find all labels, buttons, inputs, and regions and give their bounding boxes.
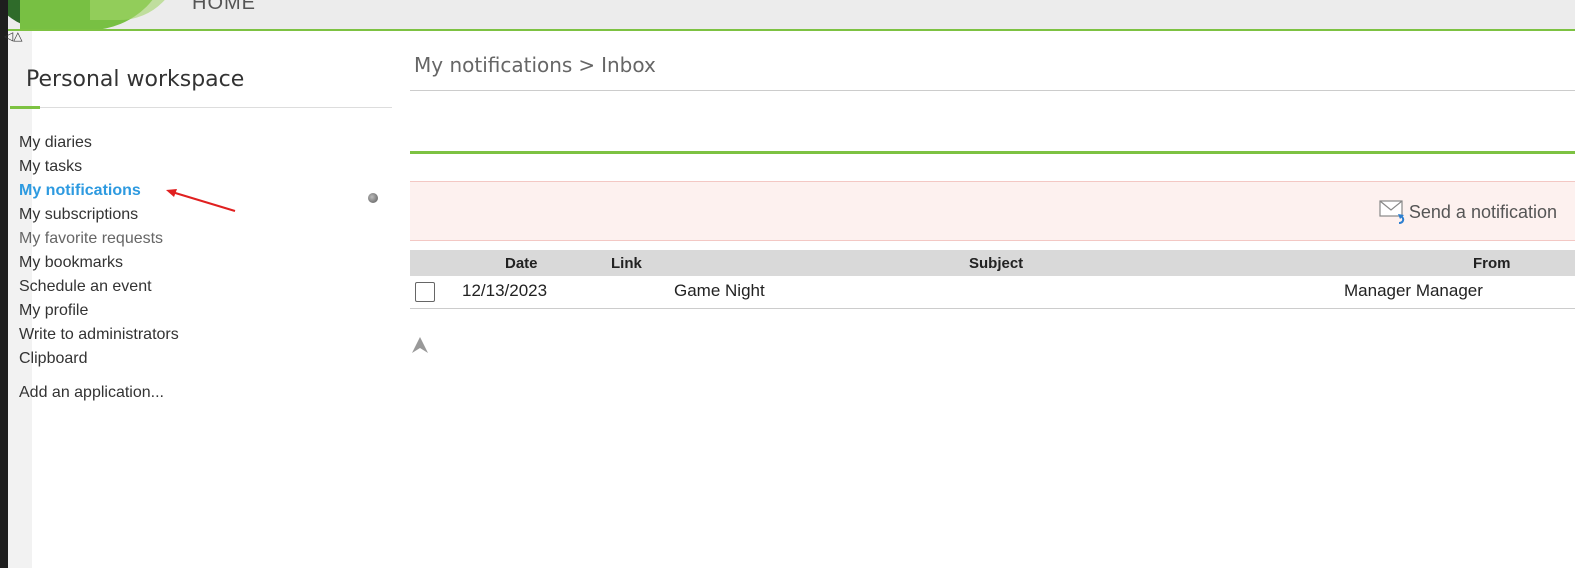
home-link[interactable]: HOME (192, 0, 256, 15)
column-header-link[interactable]: Link (611, 255, 642, 272)
column-header-subject[interactable]: Subject (969, 255, 1023, 272)
breadcrumb-parent[interactable]: My notifications (414, 53, 572, 77)
row-subject[interactable]: Game Night (674, 281, 765, 301)
send-notification-button[interactable]: Send a notification (1379, 199, 1557, 225)
row-from: Manager Manager (1344, 281, 1483, 300)
breadcrumb: My notifications > Inbox (414, 53, 656, 77)
sidebar-item-my-tasks[interactable]: My tasks (19, 155, 179, 179)
sidebar-item-clipboard[interactable]: Clipboard (19, 347, 179, 371)
sidebar-menu: My diaries My tasks My notifications My … (19, 131, 179, 371)
sidebar-item-my-diaries[interactable]: My diaries (19, 131, 179, 155)
breadcrumb-divider (410, 90, 1575, 91)
action-bar: Send a notification (410, 181, 1575, 241)
title-divider-accent (10, 106, 40, 109)
sidebar-item-my-notifications[interactable]: My notifications (19, 179, 179, 203)
row-select-checkbox[interactable] (415, 282, 435, 302)
sidebar-item-my-subscriptions[interactable]: My subscriptions (19, 203, 179, 227)
screen-edge (0, 0, 8, 568)
title-divider (10, 107, 392, 108)
column-header-from[interactable]: From (1473, 255, 1511, 272)
send-notification-label: Send a notification (1408, 201, 1557, 222)
notifications-table: Date Link Subject From 12/13/2023 Game N… (410, 250, 1575, 309)
top-header: HOME (0, 0, 1575, 31)
collapse-icon[interactable]: ◁△ (4, 29, 22, 43)
scroll-top-icon[interactable] (411, 336, 429, 354)
row-date: 12/13/2023 (462, 281, 548, 300)
annotation-arrow (166, 189, 236, 212)
table-row[interactable]: 12/13/2023 Game Night Manager Manager (410, 276, 1575, 308)
sidebar-item-my-profile[interactable]: My profile (19, 299, 179, 323)
add-application-link[interactable]: Add an application... (19, 384, 164, 402)
workspace-title: Personal workspace (26, 67, 245, 92)
gear-icon[interactable] (368, 193, 378, 203)
logo-shape-light (90, 0, 180, 20)
column-header-date[interactable]: Date (505, 255, 538, 272)
sidebar-item-my-favorite-requests[interactable]: My favorite requests (19, 227, 179, 251)
envelope-icon (1379, 200, 1405, 224)
table-header: Date Link Subject From (410, 250, 1575, 276)
breadcrumb-current: Inbox (601, 53, 656, 77)
breadcrumb-separator: > (578, 53, 596, 77)
sidebar-item-schedule-event[interactable]: Schedule an event (19, 275, 179, 299)
sidebar-item-write-to-administrators[interactable]: Write to administrators (19, 323, 179, 347)
sidebar-item-my-bookmarks[interactable]: My bookmarks (19, 251, 179, 275)
content-accent-divider (410, 151, 1575, 154)
